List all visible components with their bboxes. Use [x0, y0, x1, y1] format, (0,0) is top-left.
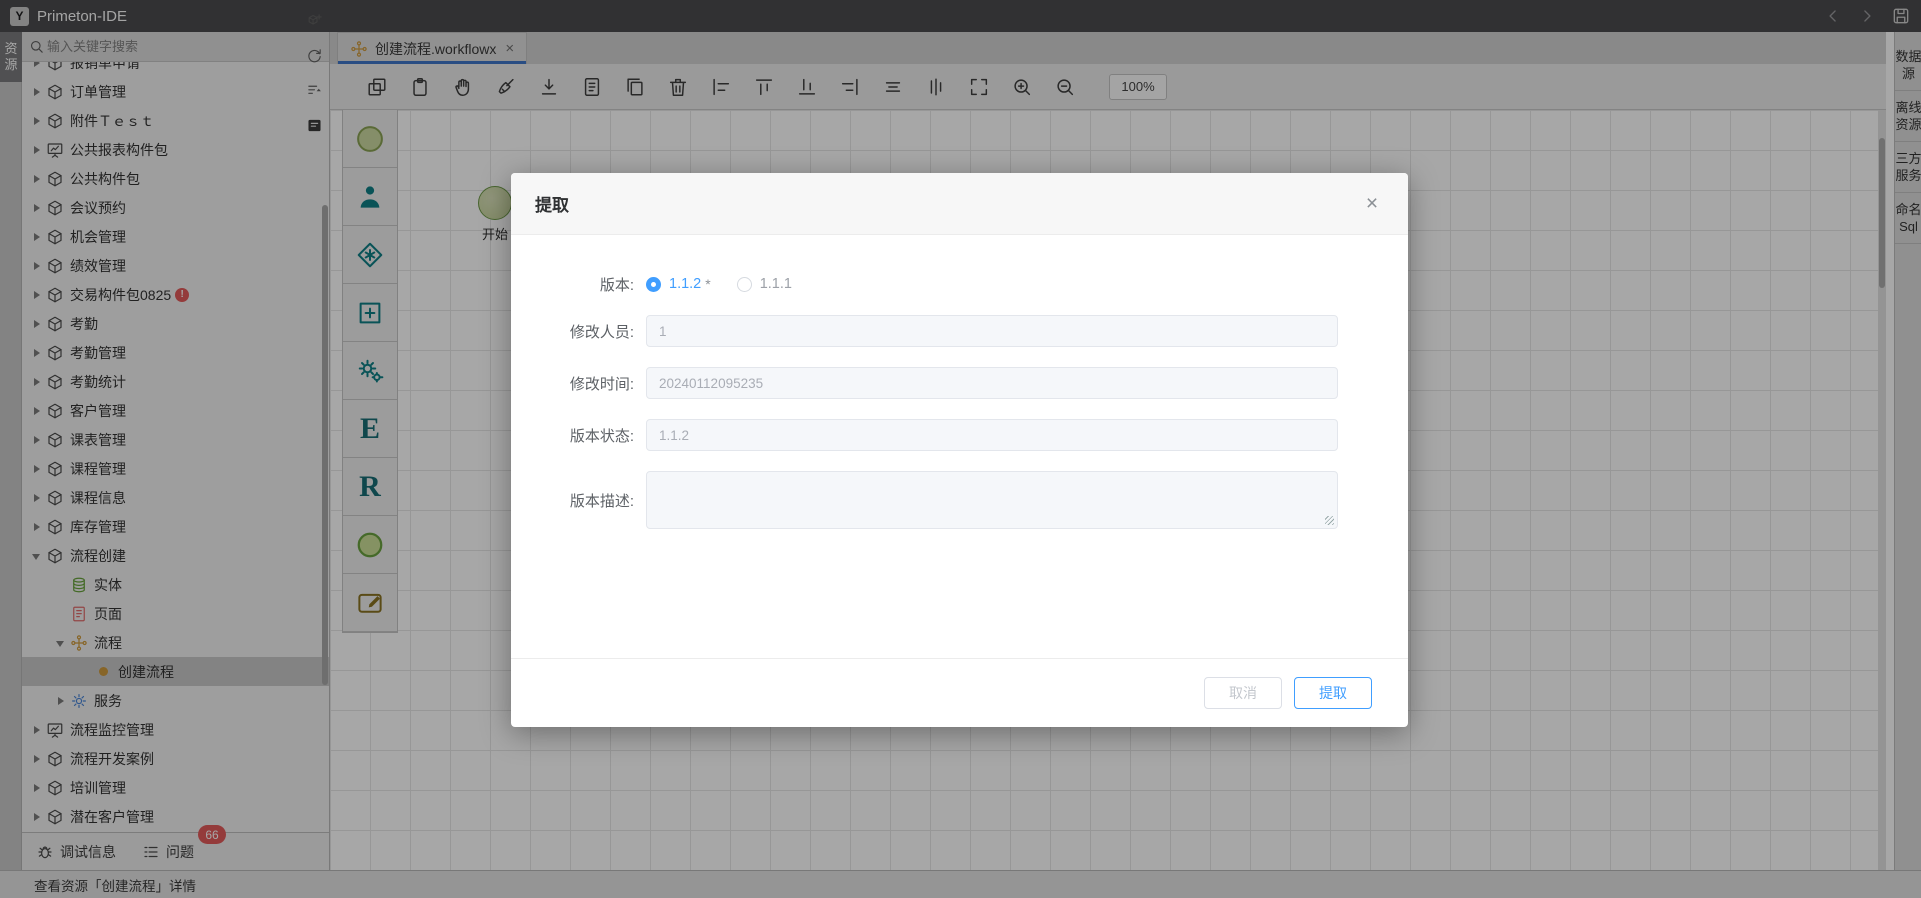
- version-radio-label[interactable]: 1.1.1: [760, 276, 792, 292]
- field-修改人员:-input[interactable]: 1: [646, 315, 1338, 347]
- version-radio-1.1.2[interactable]: [646, 277, 661, 292]
- extract-button[interactable]: 提取: [1294, 677, 1372, 709]
- input-value: 20240112095235: [659, 376, 763, 391]
- field-label: 修改人员:: [511, 321, 646, 342]
- form-row: 版本状态: 1.1.2: [511, 419, 1408, 451]
- current-version-marker: *: [705, 276, 710, 292]
- form-row: 修改人员: 1: [511, 315, 1408, 347]
- field-版本状态:-input[interactable]: 1.1.2: [646, 419, 1338, 451]
- version-radio-label[interactable]: 1.1.2: [669, 276, 701, 292]
- form-row: 版本描述:: [511, 471, 1408, 529]
- field-label: 版本状态:: [511, 425, 646, 446]
- dialog-footer: 取消 提取: [511, 658, 1408, 727]
- field-label: 修改时间:: [511, 373, 646, 394]
- dialog-body: 版本: 1.1.2*1.1.1 修改人员: 1 修改时间: 2024011209…: [511, 235, 1408, 658]
- dialog-title: 提取: [535, 191, 569, 216]
- app-window: Y Primeton-IDE 资源 AI 报销单申请订单管理附件Ｔｅｓｔ公共报表…: [0, 0, 1921, 898]
- field-修改时间:-input[interactable]: 20240112095235: [646, 367, 1338, 399]
- form-row: 修改时间: 20240112095235: [511, 367, 1408, 399]
- field-label: 版本描述:: [511, 490, 646, 511]
- input-value: 1: [659, 324, 667, 339]
- extract-dialog: 提取 × 版本: 1.1.2*1.1.1 修改人员: 1 修改时间: 20240…: [511, 173, 1408, 727]
- version-label: 版本:: [511, 274, 646, 295]
- cancel-button[interactable]: 取消: [1204, 677, 1282, 709]
- version-radio-1.1.1[interactable]: [737, 277, 752, 292]
- resize-handle-icon[interactable]: [1325, 516, 1334, 525]
- version-radio-group: 1.1.2* 1.1.1: [646, 276, 1338, 292]
- field-版本描述:-textarea[interactable]: [646, 471, 1338, 529]
- dialog-close-icon[interactable]: ×: [1360, 192, 1384, 216]
- dialog-header: 提取 ×: [511, 173, 1408, 235]
- input-value: 1.1.2: [659, 428, 689, 443]
- version-row: 版本: 1.1.2* 1.1.1: [511, 273, 1408, 295]
